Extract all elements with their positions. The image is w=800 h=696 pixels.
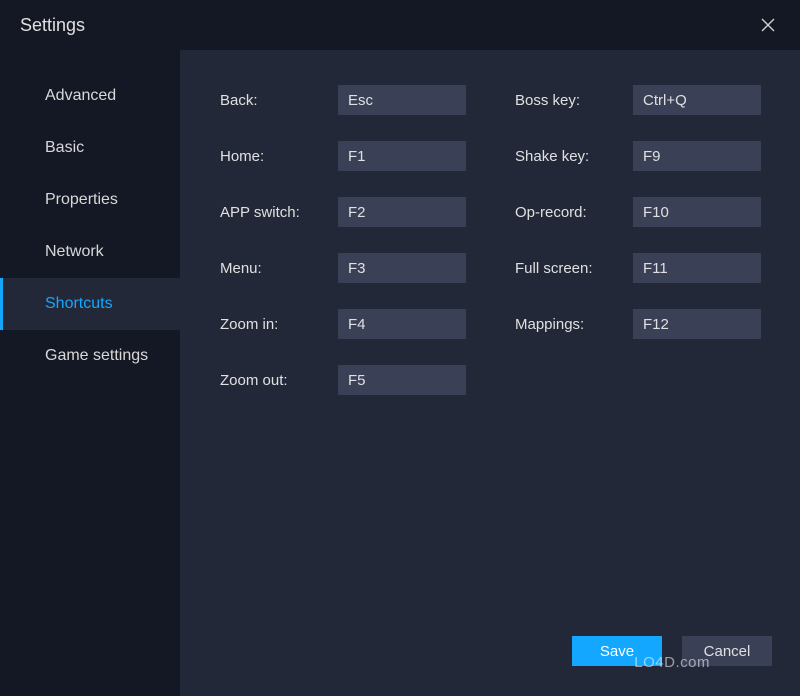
- sidebar-item-label: Basic: [45, 139, 84, 157]
- settings-header: Settings: [0, 0, 800, 50]
- sidebar-item-label: Network: [45, 243, 104, 261]
- shortcut-input-mappings[interactable]: F12: [633, 309, 761, 339]
- main-panel: Back: Esc Boss key: Ctrl+Q Home: F1 Shak…: [180, 50, 800, 696]
- shortcut-back: Back: Esc: [220, 85, 475, 115]
- shortcut-op-record: Op-record: F10: [515, 197, 770, 227]
- shortcut-shake-key: Shake key: F9: [515, 141, 770, 171]
- shortcut-input-op-record[interactable]: F10: [633, 197, 761, 227]
- shortcut-label: Mappings:: [515, 316, 633, 333]
- shortcut-label: Boss key:: [515, 92, 633, 109]
- sidebar: Advanced Basic Properties Network Shortc…: [0, 50, 180, 696]
- shortcut-input-zoom-out[interactable]: F5: [338, 365, 466, 395]
- shortcut-input-menu[interactable]: F3: [338, 253, 466, 283]
- shortcut-home: Home: F1: [220, 141, 475, 171]
- shortcut-zoom-out: Zoom out: F5: [220, 365, 475, 395]
- sidebar-item-shortcuts[interactable]: Shortcuts: [0, 278, 180, 330]
- shortcut-menu: Menu: F3: [220, 253, 475, 283]
- shortcut-label: Shake key:: [515, 148, 633, 165]
- shortcut-label: Op-record:: [515, 204, 633, 221]
- sidebar-item-basic[interactable]: Basic: [0, 122, 180, 174]
- sidebar-item-label: Game settings: [45, 347, 148, 365]
- shortcut-full-screen: Full screen: F11: [515, 253, 770, 283]
- shortcut-input-app-switch[interactable]: F2: [338, 197, 466, 227]
- shortcut-input-full-screen[interactable]: F11: [633, 253, 761, 283]
- shortcut-label: Full screen:: [515, 260, 633, 277]
- sidebar-item-advanced[interactable]: Advanced: [0, 70, 180, 122]
- shortcut-label: Zoom in:: [220, 316, 338, 333]
- shortcut-label: Zoom out:: [220, 372, 338, 389]
- shortcut-input-zoom-in[interactable]: F4: [338, 309, 466, 339]
- sidebar-item-label: Shortcuts: [45, 295, 113, 313]
- shortcut-input-boss-key[interactable]: Ctrl+Q: [633, 85, 761, 115]
- shortcut-app-switch: APP switch: F2: [220, 197, 475, 227]
- sidebar-item-label: Advanced: [45, 87, 116, 105]
- button-bar: Save Cancel: [572, 636, 772, 666]
- settings-content: Advanced Basic Properties Network Shortc…: [0, 50, 800, 696]
- close-icon: [761, 18, 775, 32]
- shortcut-input-back[interactable]: Esc: [338, 85, 466, 115]
- save-button[interactable]: Save: [572, 636, 662, 666]
- page-title: Settings: [20, 15, 85, 36]
- shortcut-input-home[interactable]: F1: [338, 141, 466, 171]
- shortcut-boss-key: Boss key: Ctrl+Q: [515, 85, 770, 115]
- shortcut-label: Menu:: [220, 260, 338, 277]
- sidebar-item-properties[interactable]: Properties: [0, 174, 180, 226]
- shortcut-mappings: Mappings: F12: [515, 309, 770, 339]
- shortcut-label: Back:: [220, 92, 338, 109]
- shortcut-label: Home:: [220, 148, 338, 165]
- shortcut-input-shake-key[interactable]: F9: [633, 141, 761, 171]
- shortcut-label: APP switch:: [220, 204, 338, 221]
- shortcut-zoom-in: Zoom in: F4: [220, 309, 475, 339]
- shortcuts-grid: Back: Esc Boss key: Ctrl+Q Home: F1 Shak…: [220, 85, 770, 395]
- cancel-button[interactable]: Cancel: [682, 636, 772, 666]
- close-button[interactable]: [756, 13, 780, 37]
- sidebar-item-network[interactable]: Network: [0, 226, 180, 278]
- sidebar-item-game-settings[interactable]: Game settings: [0, 330, 180, 382]
- sidebar-item-label: Properties: [45, 191, 118, 209]
